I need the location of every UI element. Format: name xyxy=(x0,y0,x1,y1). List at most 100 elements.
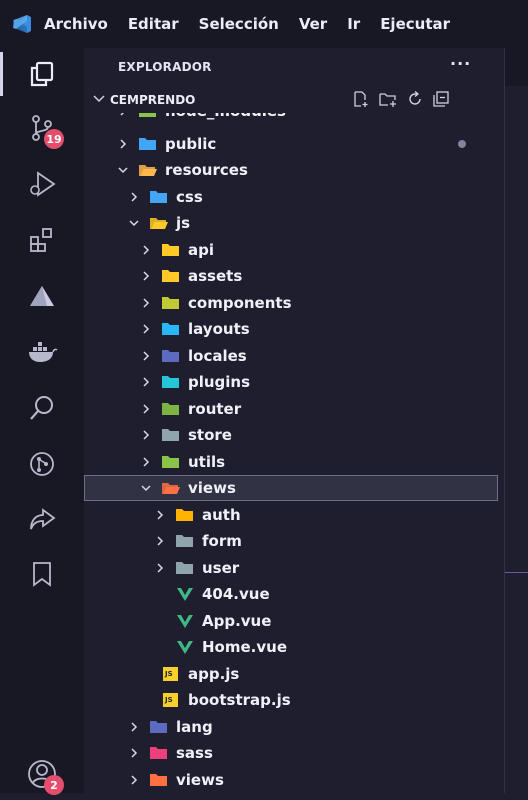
activity-docker[interactable] xyxy=(0,326,84,378)
editor-area xyxy=(504,48,528,793)
chevron-right-icon xyxy=(127,190,141,204)
vue-file-icon xyxy=(175,614,195,628)
menu-item-3[interactable]: Ver xyxy=(299,15,327,33)
chevron-right-icon xyxy=(139,243,153,257)
panel-divider xyxy=(505,572,528,573)
tree-folder[interactable]: css xyxy=(84,184,504,210)
tree-folder[interactable]: utils xyxy=(84,449,504,475)
tree-folder[interactable]: store xyxy=(84,422,504,448)
tree-item-label: bootstrap.js xyxy=(188,691,291,709)
tree-folder[interactable]: assets xyxy=(84,263,504,289)
tree-folder[interactable]: layouts xyxy=(84,316,504,342)
js-file-icon-label: JS xyxy=(165,696,173,704)
search-icon xyxy=(27,393,57,423)
tree-folder[interactable]: lang xyxy=(84,714,504,740)
menu-item-2[interactable]: Selección xyxy=(199,15,279,33)
live-share-icon xyxy=(27,505,57,535)
tree-folder[interactable]: js xyxy=(84,210,504,236)
tree-folder[interactable]: plugins xyxy=(84,369,504,395)
activity-git-graph[interactable] xyxy=(0,438,84,490)
tree-folder[interactable]: form xyxy=(84,528,504,554)
tree-folder[interactable]: views xyxy=(84,767,504,793)
tree-item-label: user xyxy=(202,558,240,577)
tree-file[interactable]: Home.vue xyxy=(84,634,504,660)
refresh-icon[interactable] xyxy=(406,90,424,112)
chevron-right-icon xyxy=(153,561,167,575)
tree-item-label: public xyxy=(165,134,217,153)
notification-badge: 2 xyxy=(44,775,64,795)
js-file-icon-label: JS xyxy=(165,669,173,678)
folder-icon xyxy=(149,720,169,734)
tree-item-label: 404.vue xyxy=(202,585,270,603)
folder-icon xyxy=(149,190,169,204)
workspace-section-header[interactable]: CEMPRENDO xyxy=(84,87,504,113)
chevron-right-icon xyxy=(153,508,167,522)
more-actions-button[interactable]: ··· xyxy=(450,54,471,73)
folder-icon xyxy=(161,428,181,442)
chevron-right-icon xyxy=(139,402,153,416)
tree-item-label: locales xyxy=(188,346,247,365)
git-graph-icon xyxy=(27,449,57,479)
chevron-right-icon xyxy=(139,269,153,283)
menu-item-5[interactable]: Ejecutar xyxy=(380,15,450,33)
collapse-all-icon[interactable] xyxy=(432,90,450,112)
tree-item-label: store xyxy=(188,426,232,444)
tree-file[interactable]: App.vue xyxy=(84,608,504,634)
tree-folder[interactable]: auth xyxy=(84,502,504,528)
activity-files[interactable] xyxy=(0,48,84,100)
tree-file[interactable]: 404.vue xyxy=(84,581,504,607)
tree-item-label: views xyxy=(188,479,236,497)
chevron-down-icon xyxy=(127,216,141,230)
tree-folder[interactable]: router xyxy=(84,396,504,422)
tree-item-label: views xyxy=(176,770,224,789)
notification-badge: 19 xyxy=(44,129,64,149)
tree-folder[interactable]: sass xyxy=(84,740,504,766)
vscode-logo-icon xyxy=(0,0,44,48)
chevron-down-icon xyxy=(92,91,106,110)
chevron-right-icon xyxy=(139,455,153,469)
js-file-icon: JS xyxy=(161,666,181,681)
tree-item-label: plugins xyxy=(188,373,251,391)
activity-run-debug[interactable] xyxy=(0,158,84,210)
folder-icon xyxy=(149,773,169,787)
tree-folder[interactable]: user xyxy=(84,555,504,581)
activity-extensions[interactable] xyxy=(0,214,84,266)
editor-tab-edge[interactable] xyxy=(505,48,528,86)
activity-search[interactable] xyxy=(0,382,84,434)
tree-file[interactable]: JS bootstrap.js xyxy=(84,687,504,713)
activity-account[interactable]: 2 xyxy=(0,748,84,800)
chevron-right-icon xyxy=(139,349,153,363)
explorer-header: EXPLORADOR ··· xyxy=(84,48,504,86)
tree-folder[interactable]: api xyxy=(84,237,504,263)
tree-folder[interactable]: locales xyxy=(84,343,504,369)
folder-icon xyxy=(161,296,181,310)
tree-item-label: js xyxy=(176,214,191,232)
bookmark-icon xyxy=(27,559,57,589)
tree-folder[interactable]: views xyxy=(84,475,498,501)
menu-item-1[interactable]: Editar xyxy=(128,15,179,33)
activity-bar: 19 2 xyxy=(0,48,84,795)
explorer-sidebar: EXPLORADOR ··· CEMPRENDO node_modulespub… xyxy=(84,48,504,793)
explorer-title: EXPLORADOR xyxy=(118,60,212,74)
tree-item-label: assets xyxy=(188,267,243,285)
tree-folder[interactable]: resources xyxy=(84,157,504,183)
menu-item-4[interactable]: Ir xyxy=(347,15,360,33)
tree-item-label: api xyxy=(188,240,215,259)
folder-open-icon xyxy=(161,481,181,495)
chevron-right-icon xyxy=(116,137,130,151)
new-file-icon[interactable] xyxy=(352,90,370,112)
activity-deploy-triangle[interactable] xyxy=(0,270,84,322)
folder-icon xyxy=(175,508,195,522)
activity-bookmark[interactable] xyxy=(0,548,84,600)
new-folder-icon[interactable] xyxy=(378,90,398,112)
menu-item-0[interactable]: Archivo xyxy=(44,15,108,33)
tree-item-label: layouts xyxy=(188,320,250,338)
tree-folder[interactable]: components xyxy=(84,290,504,316)
tree-folder[interactable]: public xyxy=(84,131,504,157)
activity-source-control[interactable]: 19 xyxy=(0,102,84,154)
chevron-right-icon xyxy=(139,322,153,336)
folder-icon xyxy=(161,322,181,336)
folder-icon xyxy=(138,137,158,151)
activity-live-share[interactable] xyxy=(0,494,84,546)
tree-file[interactable]: JS app.js xyxy=(84,661,504,687)
